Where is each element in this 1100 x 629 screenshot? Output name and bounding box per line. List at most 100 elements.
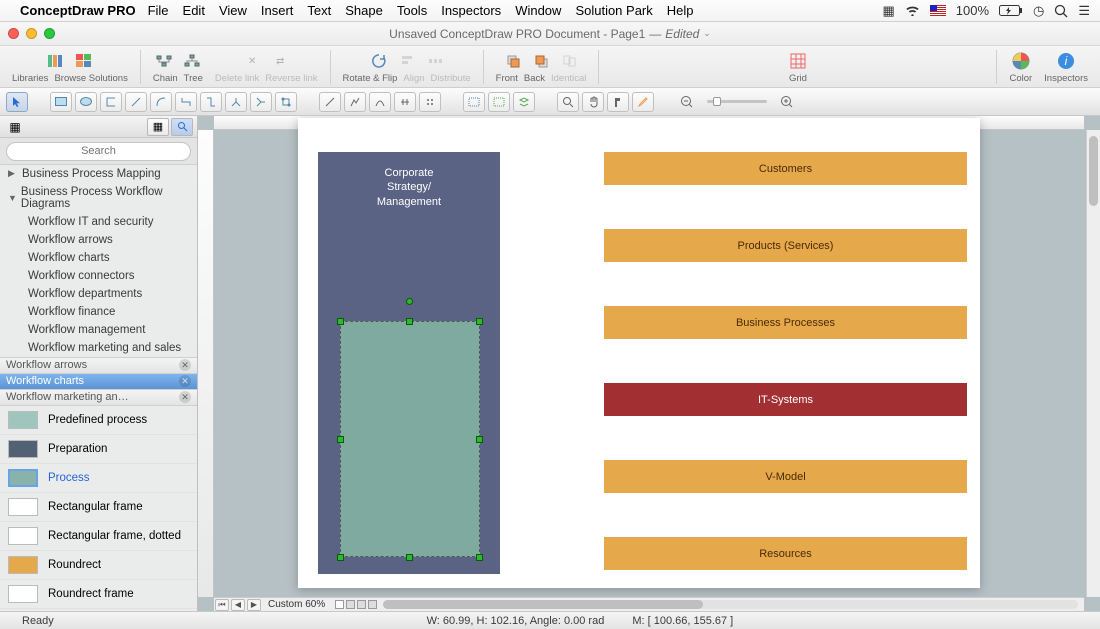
browse-solutions-button[interactable] — [74, 51, 94, 71]
bracket-tool[interactable] — [100, 92, 122, 112]
shape-item[interactable]: Preparation — [0, 435, 197, 464]
handle-se[interactable] — [476, 554, 483, 561]
diagram-box[interactable]: Products (Services) — [604, 229, 967, 262]
color-button[interactable] — [1011, 51, 1031, 71]
clock-icon[interactable]: ◷ — [1033, 3, 1044, 19]
menu-text[interactable]: Text — [307, 3, 331, 18]
close-tab-icon[interactable]: ✕ — [179, 375, 191, 387]
tree-item[interactable]: Workflow marketing and sales — [0, 339, 197, 357]
curve-tool[interactable] — [369, 92, 391, 112]
selection1-tool[interactable] — [463, 92, 485, 112]
doc-tab-2[interactable] — [346, 600, 355, 609]
diagram-box[interactable]: Resources — [604, 537, 967, 570]
tree-item[interactable]: Workflow connectors — [0, 267, 197, 285]
connector1-tool[interactable] — [175, 92, 197, 112]
flag-icon[interactable] — [930, 5, 946, 16]
process-shape-selected[interactable] — [340, 321, 480, 557]
selection2-tool[interactable] — [488, 92, 510, 112]
doc-tab-1[interactable] — [335, 600, 344, 609]
zoom-slider[interactable] — [707, 100, 767, 103]
page[interactable]: Corporate Strategy/ Management Customers… — [298, 118, 980, 588]
bezier-tool[interactable] — [394, 92, 416, 112]
shape-item[interactable]: Process — [0, 464, 197, 493]
selection3-tool[interactable] — [513, 92, 535, 112]
grid-view-button[interactable]: ▦ — [147, 118, 169, 136]
rotate-handle[interactable] — [406, 298, 413, 305]
connector4-tool[interactable] — [250, 92, 272, 112]
polyline-tool[interactable] — [344, 92, 366, 112]
zoom-out-button[interactable] — [676, 92, 698, 112]
connector3-tool[interactable] — [225, 92, 247, 112]
tree-item[interactable]: ▶Business Process Mapping — [0, 165, 197, 183]
zoom-label[interactable]: Custom 60% — [262, 599, 331, 610]
handle-ne[interactable] — [476, 318, 483, 325]
align-button[interactable] — [397, 51, 417, 71]
ellipse-tool[interactable] — [75, 92, 97, 112]
rotate-flip-button[interactable] — [369, 51, 389, 71]
handle-s[interactable] — [406, 554, 413, 561]
zoom-in-button[interactable] — [776, 92, 798, 112]
app-name[interactable]: ConceptDraw PRO — [20, 3, 136, 18]
search-input[interactable] — [6, 142, 191, 161]
handle-n[interactable] — [406, 318, 413, 325]
shape-item[interactable]: Roundrect frame, dotted — [0, 609, 197, 612]
library-tab[interactable]: Workflow charts✕ — [0, 374, 197, 390]
handle-nw[interactable] — [337, 318, 344, 325]
back-button[interactable] — [531, 51, 551, 71]
tree-item[interactable]: ▼Business Process Workflow Diagrams — [0, 183, 197, 213]
diagram-box[interactable]: IT-Systems — [604, 383, 967, 416]
chain-button[interactable] — [154, 51, 174, 71]
maximize-window-button[interactable] — [44, 28, 55, 39]
hand-tool[interactable] — [582, 92, 604, 112]
pen-tool[interactable] — [632, 92, 654, 112]
close-tab-icon[interactable]: ✕ — [179, 391, 191, 403]
line-tool[interactable] — [125, 92, 147, 112]
document-tabs[interactable] — [335, 600, 377, 609]
shape-item[interactable]: Rectangular frame, dotted — [0, 522, 197, 551]
tree-button[interactable] — [182, 51, 202, 71]
document-title[interactable]: Unsaved ConceptDraw PRO Document - Page1… — [389, 27, 711, 41]
handle-sw[interactable] — [337, 554, 344, 561]
diagram-box[interactable]: Customers — [604, 152, 967, 185]
page-nav-prev[interactable]: ◀ — [231, 599, 245, 611]
minimize-window-button[interactable] — [26, 28, 37, 39]
handle-e[interactable] — [476, 436, 483, 443]
shape-item[interactable]: Roundrect frame — [0, 580, 197, 609]
tree-item[interactable]: Workflow charts — [0, 249, 197, 267]
close-window-button[interactable] — [8, 28, 19, 39]
tree-item[interactable]: Workflow departments — [0, 285, 197, 303]
front-button[interactable] — [503, 51, 523, 71]
menu-tools[interactable]: Tools — [397, 3, 427, 18]
distribute-button[interactable] — [425, 51, 445, 71]
doc-tab-3[interactable] — [357, 600, 366, 609]
page-nav-next[interactable]: ▶ — [247, 599, 261, 611]
tree-item[interactable]: Workflow finance — [0, 303, 197, 321]
menu-window[interactable]: Window — [515, 3, 561, 18]
menu-extras-icon[interactable]: ☰ — [1078, 3, 1090, 19]
tree-item[interactable]: Workflow management — [0, 321, 197, 339]
rect-tool[interactable] — [50, 92, 72, 112]
handle-w[interactable] — [337, 436, 344, 443]
tree-disclosure-icon[interactable]: ▶ — [8, 168, 18, 179]
diagram-box[interactable]: V-Model — [604, 460, 967, 493]
libraries-button[interactable] — [46, 51, 66, 71]
spline-tool[interactable] — [419, 92, 441, 112]
pointer-tool[interactable] — [6, 92, 28, 112]
menu-inspectors[interactable]: Inspectors — [441, 3, 501, 18]
shape-item[interactable]: Predefined process — [0, 406, 197, 435]
line2-tool[interactable] — [319, 92, 341, 112]
menu-view[interactable]: View — [219, 3, 247, 18]
zoom-tool[interactable] — [557, 92, 579, 112]
horizontal-scrollbar[interactable] — [383, 600, 1078, 609]
grid-button[interactable] — [788, 51, 808, 71]
inspectors-button[interactable]: i — [1056, 51, 1076, 71]
vertical-scrollbar[interactable] — [1086, 130, 1100, 597]
format-tool[interactable] — [607, 92, 629, 112]
search-button[interactable] — [171, 118, 193, 136]
panel-icon[interactable]: ▦ — [4, 118, 26, 136]
menu-shape[interactable]: Shape — [345, 3, 383, 18]
library-tab[interactable]: Workflow arrows✕ — [0, 358, 197, 374]
spotlight-icon[interactable] — [1054, 4, 1068, 18]
doc-tab-4[interactable] — [368, 600, 377, 609]
wifi-icon[interactable] — [905, 5, 920, 16]
